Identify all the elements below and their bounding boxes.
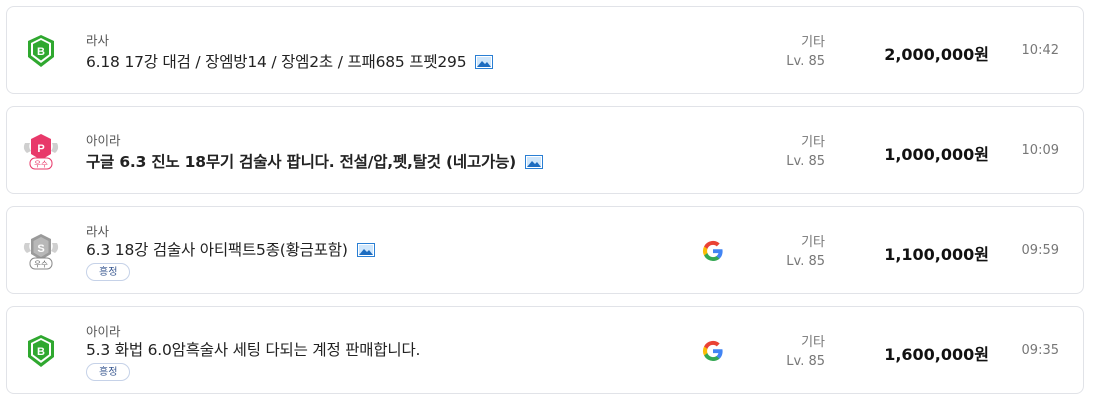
- level-label: Lv. 85: [786, 154, 825, 169]
- title-row: 5.3 화법 6.0암흑술사 세팅 다되는 계정 판매합니다.: [86, 338, 420, 360]
- server-name: 라사: [86, 33, 110, 48]
- svg-text:B: B: [37, 46, 45, 58]
- category-label: 기타: [801, 335, 825, 350]
- category-label: 기타: [801, 235, 825, 250]
- grade-badge-p-icon: P 우수: [19, 129, 63, 173]
- timestamp: 10:42: [1021, 43, 1059, 58]
- grade-badge-s-icon: S 우수: [19, 229, 63, 273]
- listing-title[interactable]: 5.3 화법 6.0암흑술사 세팅 다되는 계정 판매합니다.: [86, 338, 420, 360]
- negotiable-tag: 흥정: [86, 263, 131, 281]
- category-label: 기타: [801, 35, 825, 50]
- negotiable-tag: 흥정: [86, 363, 131, 381]
- title-row: 6.3 18강 검술사 아티팩트5종(황금포함): [86, 238, 375, 260]
- level-label: Lv. 85: [786, 54, 825, 69]
- grade-badge-b-icon: B: [19, 329, 63, 373]
- svg-text:우수: 우수: [34, 260, 48, 269]
- svg-text:B: B: [37, 346, 45, 358]
- image-attached-icon: [356, 242, 375, 257]
- svg-text:우수: 우수: [34, 160, 48, 169]
- listing-card[interactable]: P 우수 아이라 구글 6.3 진노 18무기 검술사 팝니다. 전설/압,펫,…: [6, 106, 1084, 194]
- timestamp: 09:59: [1021, 243, 1059, 258]
- grade-badge-b-icon: B: [19, 29, 63, 73]
- level-label: Lv. 85: [786, 354, 825, 369]
- listing-title[interactable]: 6.3 18강 검술사 아티팩트5종(황금포함): [86, 238, 348, 260]
- listing-card[interactable]: S 우수 라사 6.3 18강 검술사 아티팩트5종(황금포함) 흥정 기타 L…: [6, 206, 1084, 294]
- timestamp: 09:35: [1021, 343, 1059, 358]
- level-label: Lv. 85: [786, 254, 825, 269]
- price: 1,600,000원: [884, 345, 989, 364]
- price: 1,100,000원: [884, 245, 989, 264]
- google-icon: [701, 239, 725, 263]
- price: 1,000,000원: [884, 145, 989, 164]
- title-row: 6.18 17강 대검 / 장엠방14 / 장엠2초 / 프패685 프펫295: [86, 50, 494, 72]
- listing-title[interactable]: 6.18 17강 대검 / 장엠방14 / 장엠2초 / 프패685 프펫295: [86, 50, 467, 72]
- listing-title[interactable]: 구글 6.3 진노 18무기 검술사 팝니다. 전설/압,펫,탈것 (네고가능): [86, 150, 516, 172]
- server-name: 아이라: [86, 133, 121, 148]
- price: 2,000,000원: [884, 45, 989, 64]
- svg-text:P: P: [37, 143, 44, 155]
- image-attached-icon: [525, 154, 544, 169]
- timestamp: 10:09: [1021, 143, 1059, 158]
- listing-list: B 라사 6.18 17강 대검 / 장엠방14 / 장엠2초 / 프패685 …: [0, 0, 1094, 400]
- listing-card[interactable]: B 라사 6.18 17강 대검 / 장엠방14 / 장엠2초 / 프패685 …: [6, 6, 1084, 94]
- image-attached-icon: [475, 54, 494, 69]
- listing-card[interactable]: B 아이라 5.3 화법 6.0암흑술사 세팅 다되는 계정 판매합니다. 흥정…: [6, 306, 1084, 394]
- title-row: 구글 6.3 진노 18무기 검술사 팝니다. 전설/압,펫,탈것 (네고가능): [86, 150, 544, 172]
- category-label: 기타: [801, 135, 825, 150]
- svg-text:S: S: [37, 243, 44, 255]
- google-icon: [701, 339, 725, 363]
